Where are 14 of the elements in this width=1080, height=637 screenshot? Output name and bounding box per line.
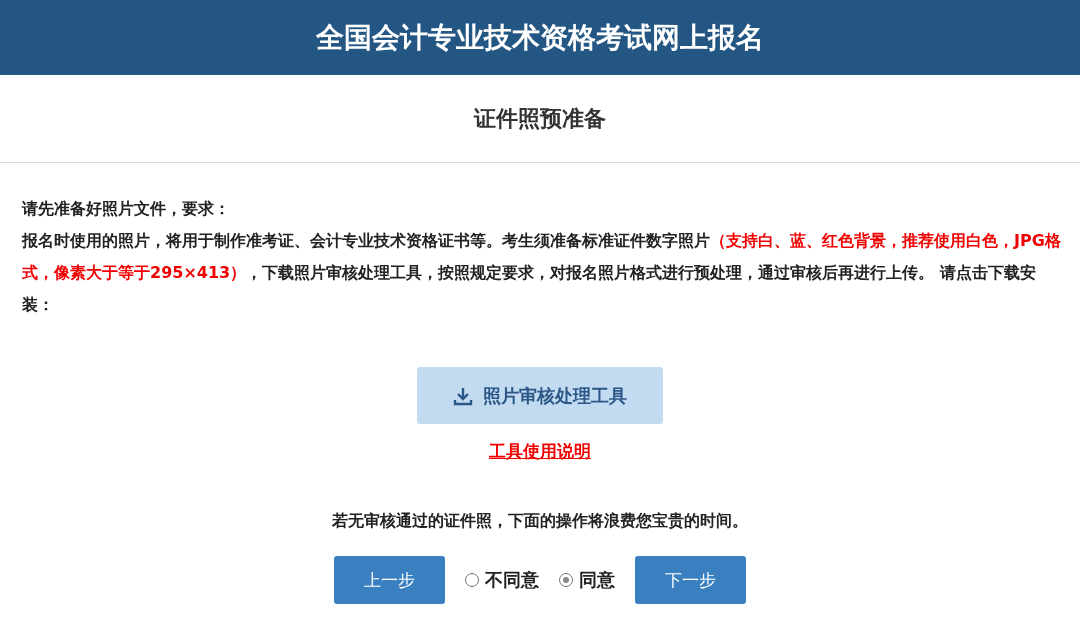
page-title: 全国会计专业技术资格考试网上报名	[316, 19, 764, 56]
radio-button[interactable]	[465, 573, 479, 587]
radio-button[interactable]	[559, 573, 573, 587]
help-link[interactable]: 工具使用说明	[489, 440, 591, 463]
intro-text: 请先准备好照片文件，要求：	[22, 198, 231, 220]
previous-button[interactable]: 上一步	[334, 556, 445, 604]
option-label: 不同意	[485, 568, 539, 592]
download-button[interactable]: 照片审核处理工具	[417, 367, 663, 424]
option-label: 同意	[579, 568, 615, 592]
requirements-paragraph: 报名时使用的照片，将用于制作准考证、会计专业技术资格证书等。考生须准备标准证件数字照片（支持白、蓝、红色背景，推荐使用白色，JPG格式，像素大于等于295×413），下载照片审核处理工具，按照规定要求，对报名照片格式进行预处理，通过审核后再进行上传。 请点击下载安装：	[22, 230, 1062, 316]
download-icon	[453, 385, 473, 406]
notice-text: 若无审核通过的证件照，下面的操作将浪费您宝贵的时间。	[332, 511, 748, 532]
next-button[interactable]: 下一步	[635, 556, 746, 604]
section-title: 证件照预准备	[474, 104, 606, 133]
